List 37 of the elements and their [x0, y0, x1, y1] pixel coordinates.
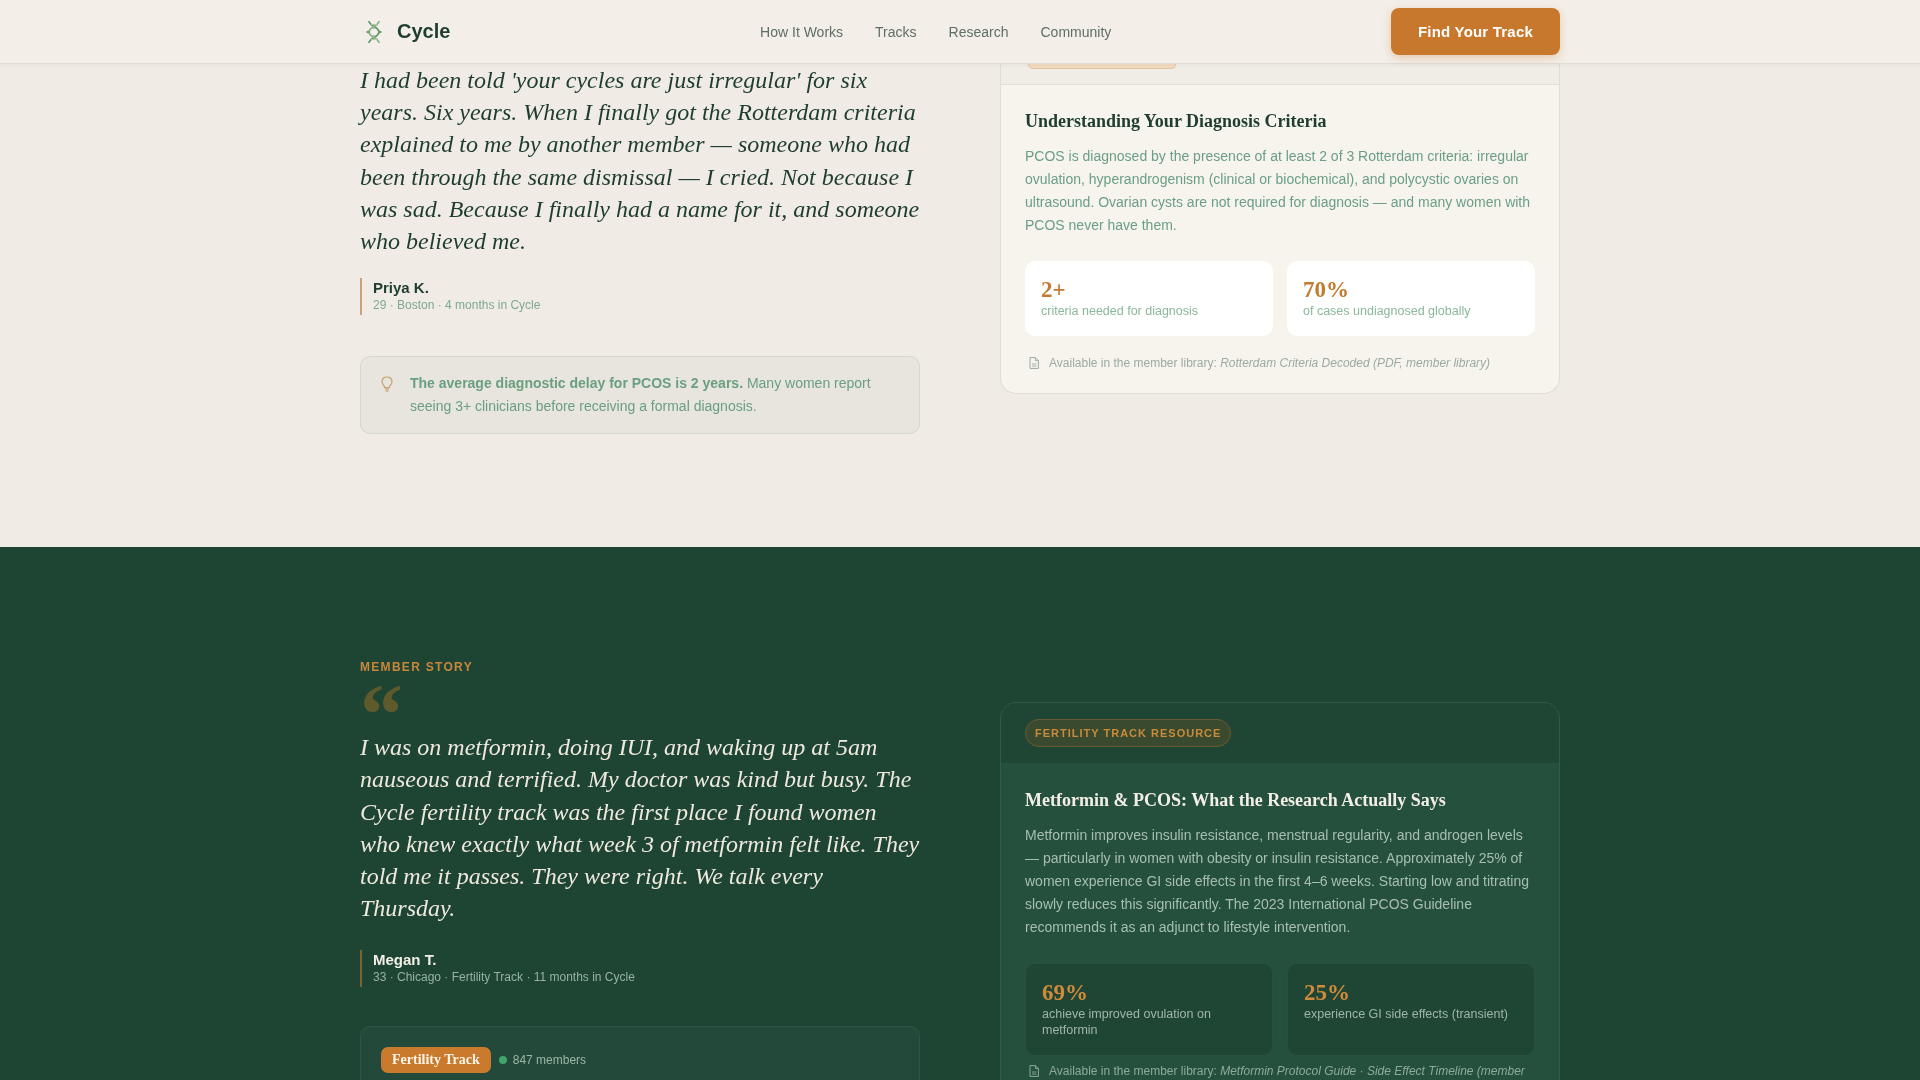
stat-value: 2+ — [1041, 276, 1067, 303]
member-quote: I had been told 'your cycles are just irregular' for six years. Six years. When I finally got the Rotterdam criteria explained to me by another member — someone who had been through the same dismissal — I cried. Not because I was sad. Because I finally had a name for it, and someone who believed me. — [360, 66, 920, 256]
status-dot-icon — [498, 1056, 507, 1065]
stat-value: 70% — [1303, 276, 1350, 303]
resource-title: Metformin & PCOS: What the Research Actually Says — [1025, 789, 1447, 813]
member-count: 847 members — [512, 1052, 587, 1070]
stat-label: achieve improved ovulation on metformin — [1042, 1006, 1212, 1039]
stat-label: of cases undiagnosed globally — [1303, 303, 1472, 320]
library-note: Available in the member library: Metformin Protocol Guide · Side Effect Timeline (member — [1049, 1063, 1525, 1080]
document-icon — [1029, 1065, 1039, 1078]
member-quote: I was on metformin, doing IUI, and waking up at 5am nauseous and terrified. My doctor was kind but busy. The Cycle fertility track was the first place I found women who knew exactly what week 3 of metformin felt like. They told me it passes. They were right. We talk every Thursday. — [360, 733, 920, 924]
nav-link[interactable]: Tracks — [875, 23, 917, 40]
stat-value: 69% — [1042, 979, 1089, 1007]
author-name: Megan T. — [373, 950, 438, 970]
quote-mark: “ — [360, 687, 403, 732]
library-note: Available in the member library: Rotterdam Criteria Decoded (PDF, member library) — [1049, 355, 1491, 371]
callout-text: The average diagnostic delay for PCOS is 2 years. Many women report seeing 3+ clinicians before receiving a formal diagnosis. — [410, 374, 872, 417]
stat-label: criteria needed for diagnosis — [1041, 303, 1200, 320]
author-meta: 29 · Boston · 4 months in Cycle — [373, 297, 542, 315]
track-tag[interactable]: Fertility Track — [381, 1047, 491, 1074]
brand-name[interactable]: Cycle — [397, 20, 451, 43]
resource-text: PCOS is diagnosed by the presence of at least 2 of 3 Rotterdam criteria: irregular ovulation, hyperandrogenism (clinical or biochemical), and polycystic ovaries on ultrasound. Ovarian cysts are not required for diagnosis — and many women with PCOS never have them. — [1025, 147, 1532, 235]
find-track-button[interactable]: Find Your Track — [1391, 8, 1560, 55]
resource-text: Metformin improves insulin resistance, menstrual regularity, and androgen levels — particularly in women with obesity or insulin resistance. Approximately 25% of women experience GI side effects in the first 4–6 weeks. Starting low and titrating slowly reduces this significantly. The 2023 International PCOS Guideline recommends it as an adjunct to lifestyle intervention. — [1025, 826, 1530, 938]
author-name: Priya K. — [373, 278, 430, 298]
lightbulb-icon — [381, 376, 393, 393]
nav-link[interactable]: Community — [1040, 23, 1112, 40]
dna-helix-icon[interactable] — [365, 19, 383, 44]
author-meta: 33 · Chicago · Fertility Track · 11 months in Cycle — [373, 969, 636, 987]
section-eyebrow: MEMBER STORY — [360, 659, 474, 676]
document-icon — [1029, 357, 1039, 369]
nav-link[interactable]: How It Works — [760, 23, 844, 40]
resource-tag: FERTILITY TRACK RESOURCE — [1025, 719, 1232, 748]
stat-label: experience GI side effects (transient) — [1304, 1006, 1510, 1023]
resource-title: Understanding Your Diagnosis Criteria — [1025, 110, 1328, 133]
nav-link[interactable]: Research — [948, 23, 1009, 40]
stat-value: 25% — [1304, 979, 1351, 1007]
